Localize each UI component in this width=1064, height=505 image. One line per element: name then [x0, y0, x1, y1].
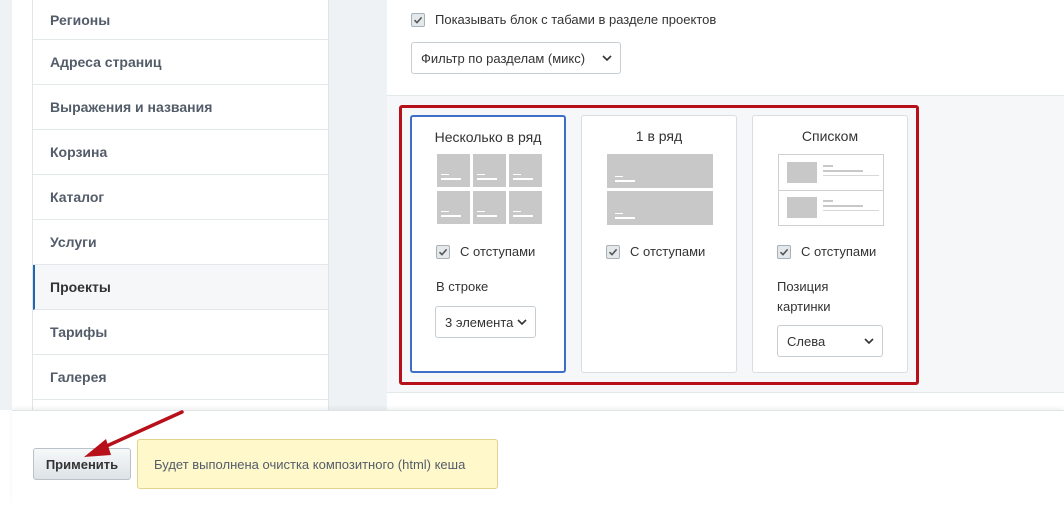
content-bottom-strip [387, 392, 1064, 410]
tabs-settings-section: Показывать блок с табами в разделе проек… [387, 0, 1064, 96]
sidebar-item-catalog[interactable]: Каталог [33, 175, 328, 220]
sidebar-item-page-addresses[interactable]: Адреса страниц [33, 40, 328, 85]
settings-sidebar: Регионы Адреса страниц Выражения и назва… [32, 0, 329, 410]
sidebar-item-regions[interactable]: Регионы [33, 0, 328, 40]
show-tabs-checkbox-row[interactable]: Показывать блок с табами в разделе проек… [411, 12, 716, 27]
cache-notice-text: Будет выполнена очистка композитного (ht… [154, 456, 466, 472]
cache-notice: Будет выполнена очистка композитного (ht… [137, 439, 498, 489]
sidebar-item-services[interactable]: Услуги [33, 220, 328, 265]
filter-select[interactable]: Фильтр по разделам (микс) [411, 42, 621, 74]
show-tabs-checkbox[interactable] [411, 12, 425, 27]
show-tabs-label: Показывать блок с табами в разделе проек… [435, 12, 717, 27]
apply-button[interactable]: Применить [33, 448, 131, 480]
chevron-down-icon [602, 55, 612, 61]
left-gutter [0, 0, 12, 410]
filter-select-value: Фильтр по разделам (микс) [421, 50, 586, 66]
sidebar-item-tariffs[interactable]: Тарифы [33, 310, 328, 355]
sidebar-item-cart[interactable]: Корзина [33, 130, 328, 175]
check-icon [413, 16, 423, 24]
sidebar-gap [329, 0, 387, 410]
sidebar-item-expressions[interactable]: Выражения и названия [33, 85, 328, 130]
highlight-frame [399, 105, 919, 385]
sidebar-item-gallery[interactable]: Галерея [33, 355, 328, 400]
sidebar-item-projects[interactable]: Проекты [33, 265, 328, 310]
